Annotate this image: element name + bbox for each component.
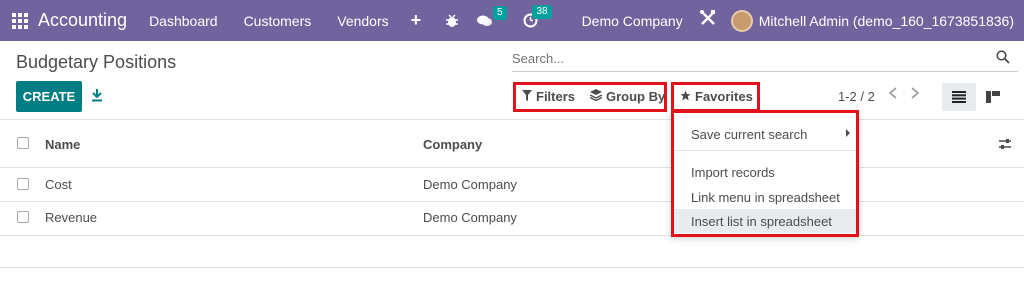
import-records-item[interactable]: Import records bbox=[674, 160, 856, 184]
favorites-label: Favorites bbox=[695, 89, 753, 104]
kanban-view-icon bbox=[986, 91, 1000, 103]
column-header-name[interactable]: Name bbox=[45, 137, 80, 152]
messages-icon[interactable]: 5 bbox=[476, 5, 507, 28]
messages-badge: 5 bbox=[493, 5, 507, 20]
table-row-company[interactable]: Demo Company bbox=[423, 177, 517, 192]
download-icon[interactable] bbox=[90, 88, 104, 102]
favorites-button[interactable]: Favorites bbox=[680, 89, 753, 104]
table-bottom-divider bbox=[0, 267, 1024, 268]
search-icon[interactable] bbox=[996, 50, 1010, 64]
insert-list-spreadsheet-item[interactable]: Insert list in spreadsheet bbox=[674, 209, 856, 233]
optional-columns-icon[interactable] bbox=[998, 137, 1012, 151]
header-divider bbox=[0, 119, 1024, 120]
list-view-button[interactable] bbox=[942, 83, 976, 111]
app-title[interactable]: Accounting bbox=[38, 10, 127, 31]
table-row-company[interactable]: Demo Company bbox=[423, 210, 517, 225]
favorites-dropdown: Save current search Import records Link … bbox=[671, 110, 859, 237]
save-current-search-item[interactable]: Save current search bbox=[674, 122, 856, 146]
apps-menu-icon[interactable] bbox=[12, 12, 28, 29]
table-row-name[interactable]: Revenue bbox=[45, 210, 97, 225]
kanban-view-button[interactable] bbox=[976, 83, 1010, 111]
activities-clock-icon[interactable]: 38 bbox=[523, 5, 552, 28]
pager-value[interactable]: 1-2 / 2 bbox=[838, 89, 875, 104]
debug-bug-icon[interactable] bbox=[445, 13, 459, 28]
company-switcher[interactable]: Demo Company bbox=[582, 13, 683, 29]
menu-plus-icon[interactable]: + bbox=[411, 10, 422, 31]
pager-previous-icon[interactable] bbox=[888, 86, 898, 104]
row-checkbox[interactable] bbox=[17, 178, 29, 190]
select-all-checkbox[interactable] bbox=[17, 137, 29, 149]
search-bar bbox=[512, 46, 1018, 72]
caret-right-icon bbox=[846, 129, 850, 137]
tools-icon[interactable] bbox=[699, 9, 717, 32]
star-icon bbox=[680, 89, 691, 104]
create-button[interactable]: CREATE bbox=[16, 81, 82, 112]
layers-icon bbox=[589, 89, 603, 104]
list-view-icon bbox=[952, 91, 966, 103]
menu-vendors[interactable]: Vendors bbox=[337, 13, 388, 29]
user-menu[interactable]: Mitchell Admin (demo_160_1673851836) bbox=[759, 13, 1014, 29]
dropdown-divider bbox=[674, 150, 856, 151]
filter-icon bbox=[522, 89, 532, 104]
filters-label: Filters bbox=[536, 89, 576, 104]
menu-dashboard[interactable]: Dashboard bbox=[149, 13, 218, 29]
activities-badge: 38 bbox=[532, 5, 552, 19]
search-input[interactable] bbox=[512, 51, 982, 66]
user-avatar[interactable] bbox=[730, 9, 753, 32]
row-divider bbox=[0, 167, 1024, 168]
pager-next-icon[interactable] bbox=[910, 86, 920, 104]
filters-button[interactable]: Filters bbox=[522, 89, 575, 104]
row-checkbox[interactable] bbox=[17, 211, 29, 223]
top-navbar: Accounting Dashboard Customers Vendors +… bbox=[0, 0, 1024, 41]
row-divider bbox=[0, 201, 1024, 202]
save-current-search-label: Save current search bbox=[691, 126, 808, 142]
menu-customers[interactable]: Customers bbox=[244, 13, 312, 29]
groupby-label: Group By bbox=[606, 89, 666, 104]
column-header-company[interactable]: Company bbox=[423, 137, 482, 152]
table-row-name[interactable]: Cost bbox=[45, 177, 72, 192]
row-divider bbox=[0, 235, 1024, 236]
link-menu-spreadsheet-item[interactable]: Link menu in spreadsheet bbox=[674, 185, 856, 209]
groupby-button[interactable]: Group By bbox=[589, 89, 666, 104]
page-title: Budgetary Positions bbox=[16, 52, 177, 72]
